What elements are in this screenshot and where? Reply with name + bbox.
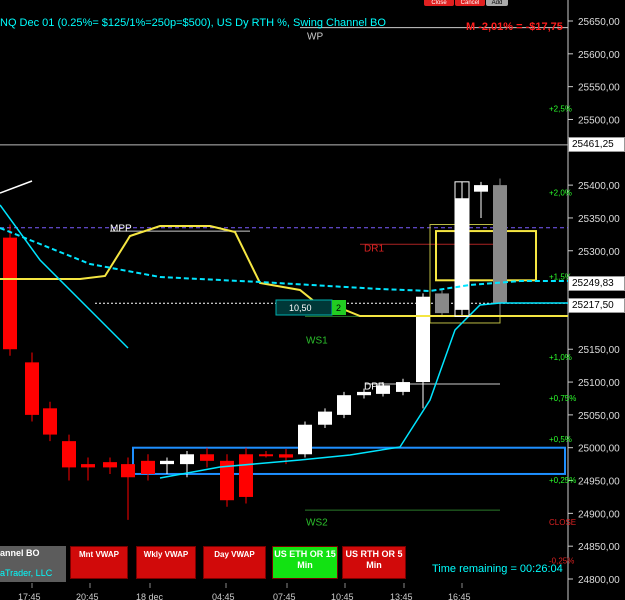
close-button[interactable]: Close bbox=[424, 0, 454, 6]
candle-body bbox=[180, 454, 194, 465]
us-eth-or-15-button[interactable]: US ETH OR 15 Min bbox=[272, 546, 338, 579]
candle-body bbox=[318, 411, 332, 425]
y-tick-label: 25150,00 bbox=[578, 345, 620, 356]
x-tick-label: 07:45 bbox=[273, 592, 296, 600]
candle-body bbox=[416, 296, 430, 383]
percent-label: +0,25% bbox=[549, 476, 576, 485]
current-price-box: 25461,25 bbox=[568, 137, 625, 152]
wkly-vwap-label: Wkly VWAP bbox=[143, 550, 189, 559]
day-vwap-button[interactable]: Day VWAP bbox=[203, 546, 266, 579]
mnt-vwap-label: Mnt VWAP bbox=[79, 550, 119, 559]
percent-label: +2,5% bbox=[549, 105, 572, 114]
x-tick-label: 17:45 bbox=[18, 592, 41, 600]
chart-area[interactable]: 25650,00 25600,00 25550,00 25500,00 25400,00… bbox=[0, 0, 625, 600]
candle-body bbox=[200, 454, 214, 461]
level-label-ws2: WS2 bbox=[306, 517, 328, 528]
price-chart[interactable]: 25650,00 25600,00 25550,00 25500,00 25400,00… bbox=[0, 0, 625, 600]
x-tick-label: 16:45 bbox=[448, 592, 471, 600]
price-box-last: 25217,50 bbox=[568, 298, 625, 313]
candle-body bbox=[25, 362, 39, 415]
candle-body bbox=[121, 464, 135, 478]
candle-body bbox=[160, 460, 174, 465]
percent-label: +2,0% bbox=[549, 189, 572, 198]
level-label-mpp: MPP bbox=[110, 223, 132, 234]
candle-body bbox=[337, 395, 351, 415]
candle-body bbox=[43, 408, 57, 435]
candle-body bbox=[455, 198, 469, 310]
y-tick-label: 24950,00 bbox=[578, 477, 620, 488]
candle-body bbox=[3, 237, 17, 350]
yellow-box bbox=[435, 230, 537, 282]
panel-title: annel BO bbox=[0, 548, 40, 558]
us-rth-or-label: US RTH OR 5 bbox=[345, 549, 403, 559]
y-tick-label: 25300,00 bbox=[578, 247, 620, 258]
us-rth-or-5-button[interactable]: US RTH OR 5 Min bbox=[342, 546, 406, 579]
pnl-label: M -2,01% = -$17,75 bbox=[466, 21, 563, 33]
candle-body bbox=[259, 454, 273, 457]
y-tick-label: 25600,00 bbox=[578, 50, 620, 61]
add-button[interactable]: Add bbox=[486, 0, 508, 6]
level-label-wp: WP bbox=[307, 32, 323, 43]
x-tick-label: 10:45 bbox=[331, 592, 354, 600]
y-tick-label: 25400,00 bbox=[578, 181, 620, 192]
candle-body bbox=[141, 460, 155, 474]
us-eth-or-label: US ETH OR 15 bbox=[274, 549, 336, 559]
x-tick-label: 04:45 bbox=[212, 592, 235, 600]
panel-company: aTrader, LLC bbox=[0, 568, 53, 578]
mnt-vwap-button[interactable]: Mnt VWAP bbox=[70, 546, 128, 579]
trend-line bbox=[0, 180, 33, 194]
percent-label: +1,0% bbox=[549, 353, 572, 362]
info-panel: annel BO aTrader, LLC bbox=[0, 546, 66, 582]
y-tick-label: 24850,00 bbox=[578, 542, 620, 553]
y-tick-label: 25000,00 bbox=[578, 444, 620, 455]
x-tick-label: 20:45 bbox=[76, 592, 99, 600]
x-tick-label: 18 dec bbox=[136, 592, 164, 600]
candle-body bbox=[239, 454, 253, 497]
y-tick-label: 24900,00 bbox=[578, 509, 620, 520]
level-label-ws1: WS1 bbox=[306, 336, 328, 347]
day-vwap-label: Day VWAP bbox=[214, 550, 255, 559]
candle-body bbox=[474, 185, 488, 192]
y-tick-label: 25350,00 bbox=[578, 214, 620, 225]
price-box-vwap: 25249,83 bbox=[568, 276, 625, 291]
candle-body bbox=[396, 382, 410, 392]
candle-body bbox=[298, 424, 312, 455]
time-remaining: Time remaining = 00:26:04 bbox=[432, 563, 563, 575]
percent-label: +0,75% bbox=[549, 394, 576, 403]
level-label-dr1: DR1 bbox=[364, 243, 384, 254]
blue-box bbox=[132, 446, 566, 475]
candle-body bbox=[279, 454, 293, 458]
y-tick-label: 25050,00 bbox=[578, 411, 620, 422]
us-rth-or-min: Min bbox=[366, 560, 382, 570]
channel-line bbox=[0, 204, 568, 479]
candle-body bbox=[81, 464, 95, 468]
percent-label: CLOSE bbox=[549, 518, 576, 527]
candle-body bbox=[103, 462, 117, 468]
x-tick-label: 13:45 bbox=[390, 592, 413, 600]
cancel-button[interactable]: Cancel bbox=[455, 0, 485, 6]
y-tick-label: 25550,00 bbox=[578, 83, 620, 94]
candle-body bbox=[435, 293, 449, 314]
y-tick-label: 25650,00 bbox=[578, 17, 620, 28]
wkly-vwap-button[interactable]: Wkly VWAP bbox=[136, 546, 196, 579]
chart-title: NQ Dec 01 (0.25%= $125/1%=250p=$500), US… bbox=[0, 17, 386, 29]
y-tick-label: 25100,00 bbox=[578, 378, 620, 389]
candle-body bbox=[493, 185, 507, 304]
us-eth-or-min: Min bbox=[297, 560, 313, 570]
y-tick-label: 25500,00 bbox=[578, 115, 620, 126]
value-box-count: 2 bbox=[336, 303, 341, 313]
y-tick-label: 24800,00 bbox=[578, 575, 620, 586]
level-label-dpp: DPP bbox=[364, 382, 385, 393]
value-box-text: 10,50 bbox=[289, 303, 312, 313]
percent-label: +0,5% bbox=[549, 435, 572, 444]
candle-body bbox=[62, 441, 76, 468]
vwap-dashed-line bbox=[0, 227, 568, 293]
